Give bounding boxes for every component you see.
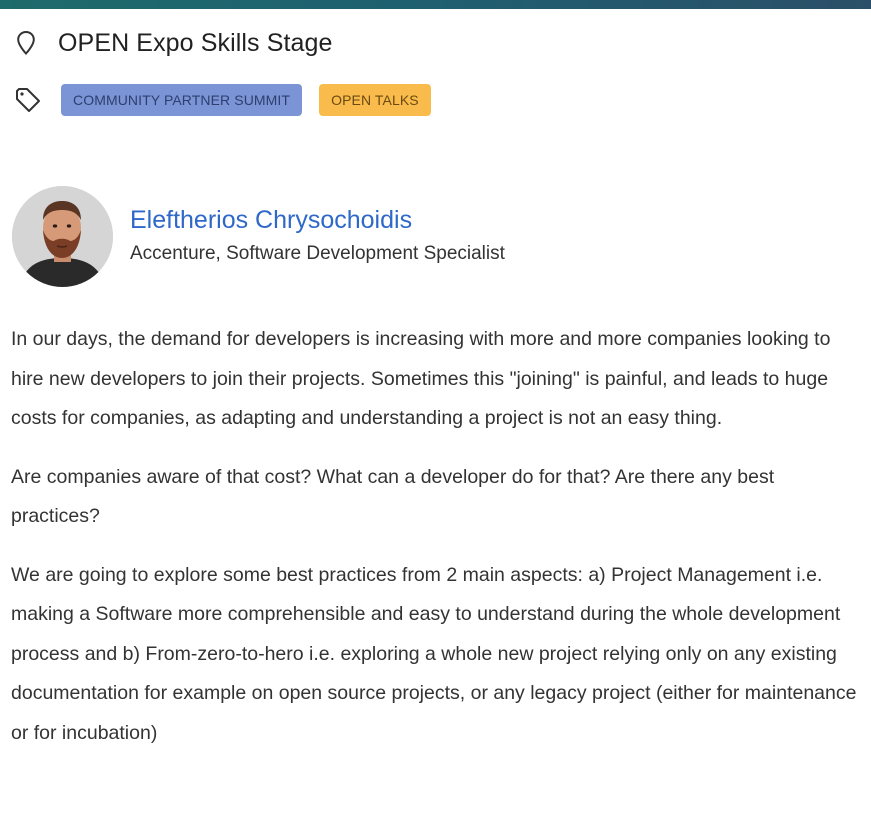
speaker-name-link[interactable]: Eleftherios Chrysochoidis: [130, 204, 505, 236]
avatar: [12, 186, 113, 287]
speaker-card: Eleftherios Chrysochoidis Accenture, Sof…: [12, 186, 505, 287]
tag-open-talks[interactable]: OPEN TALKS: [319, 84, 431, 116]
tag-icon: [14, 86, 42, 114]
speaker-role: Accenture, Software Development Speciali…: [130, 242, 505, 264]
session-description: In our days, the demand for developers i…: [11, 320, 866, 772]
description-paragraph: Are companies aware of that cost? What c…: [11, 465, 775, 528]
location-title: OPEN Expo Skills Stage: [58, 28, 333, 57]
session-tags: COMMUNITY PARTNER SUMMIT OPEN TALKS: [14, 84, 431, 116]
description-paragraph: In our days, the demand for developers i…: [11, 328, 831, 429]
header-accent-bar: [0, 0, 871, 9]
description-paragraph: We are going to explore some best practi…: [11, 563, 857, 744]
speaker-info: Eleftherios Chrysochoidis Accenture, Sof…: [130, 204, 505, 266]
session-location: OPEN Expo Skills Stage: [16, 28, 333, 58]
tag-community-partner-summit[interactable]: COMMUNITY PARTNER SUMMIT: [61, 84, 303, 116]
map-pin-icon: [16, 30, 36, 56]
